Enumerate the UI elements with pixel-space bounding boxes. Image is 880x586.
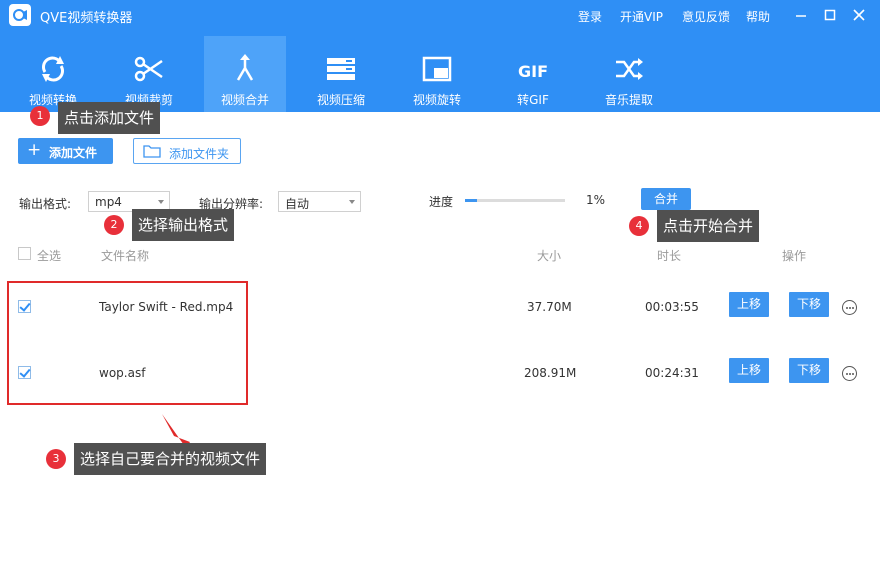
merge-button[interactable]: 合并 — [641, 188, 691, 210]
file-duration: 00:24:31 — [645, 366, 699, 380]
login-link[interactable]: 登录 — [578, 8, 602, 25]
more-options-icon[interactable] — [842, 366, 857, 381]
close-icon[interactable] — [853, 9, 865, 21]
tab-video-crop[interactable]: 视频裁剪 — [108, 36, 190, 112]
app-title: QVE视频转换器 — [40, 11, 133, 26]
file-selection-highlight — [7, 281, 248, 405]
file-duration: 00:03:55 — [645, 300, 699, 314]
output-format-label: 输出格式: — [19, 197, 72, 211]
folder-icon — [143, 145, 161, 158]
svg-text:GIF: GIF — [518, 62, 548, 81]
annotation-badge: 1 — [30, 106, 50, 126]
column-duration-header: 时长 — [657, 249, 682, 263]
annotation-callout: 选择自己要合并的视频文件 — [74, 443, 267, 475]
file-size: 208.91M — [524, 366, 577, 380]
annotation-badge: 3 — [46, 449, 66, 469]
app-window: QVE视频转换器 登录 开通VIP 意见反馈 帮助 视频转换 视频裁剪 视频合并… — [0, 0, 880, 586]
annotation-callout: 点击开始合并 — [657, 210, 760, 242]
shuffle-icon — [612, 52, 646, 86]
title-bar: QVE视频转换器 登录 开通VIP 意见反馈 帮助 — [0, 0, 880, 30]
resolution-select[interactable]: 自动 — [278, 191, 361, 212]
annotation-callout: 点击添加文件 — [58, 102, 161, 134]
merge-icon — [228, 52, 262, 86]
tab-label: 视频压缩 — [316, 93, 365, 107]
tab-label: 音乐提取 — [604, 93, 653, 107]
help-link[interactable]: 帮助 — [746, 8, 770, 25]
tab-label: 视频旋转 — [412, 93, 461, 107]
minimize-icon[interactable] — [795, 9, 807, 21]
column-actions-header: 操作 — [782, 249, 807, 263]
chevron-down-icon — [349, 200, 355, 204]
file-size: 37.70M — [527, 300, 572, 314]
progress-value: 1% — [586, 193, 606, 207]
annotation-badge: 2 — [104, 215, 124, 235]
sync-icon — [36, 52, 70, 86]
column-size-header: 大小 — [537, 249, 562, 263]
more-options-icon[interactable] — [842, 300, 857, 315]
annotation-callout: 选择输出格式 — [132, 209, 235, 241]
gif-icon: GIF — [516, 52, 550, 86]
tab-video-compress[interactable]: 视频压缩 — [300, 36, 382, 112]
tab-video-merge[interactable]: 视频合并 — [204, 36, 286, 112]
tab-video-convert[interactable]: 视频转换 — [12, 36, 94, 112]
tab-music-extract[interactable]: 音乐提取 — [588, 36, 670, 112]
move-down-button[interactable]: 下移 — [789, 358, 829, 383]
move-down-button[interactable]: 下移 — [789, 292, 829, 317]
tab-label: 视频合并 — [220, 93, 269, 107]
feedback-link[interactable]: 意见反馈 — [682, 8, 730, 25]
chevron-down-icon — [158, 200, 164, 204]
tab-video-rotate[interactable]: 视频旋转 — [396, 36, 478, 112]
app-logo-icon — [9, 4, 31, 26]
rotate-icon — [420, 52, 454, 86]
progress-label: 进度 — [429, 195, 454, 209]
progress-bar — [465, 199, 565, 202]
select-all-checkbox[interactable] — [18, 247, 31, 260]
add-file-label: 添加文件 — [49, 146, 98, 160]
compress-icon — [324, 52, 358, 86]
add-folder-label: 添加文件夹 — [169, 147, 230, 161]
plus-icon: + — [27, 140, 42, 160]
resolution-value: 自动 — [285, 197, 310, 211]
tab-label: 转GIF — [517, 93, 549, 107]
add-file-button[interactable]: + 添加文件 — [18, 138, 113, 164]
select-all-label: 全选 — [37, 249, 62, 263]
output-format-value: mp4 — [95, 195, 122, 209]
header: QVE视频转换器 登录 开通VIP 意见反馈 帮助 视频转换 视频裁剪 视频合并… — [0, 0, 880, 112]
progress-fill — [465, 199, 477, 202]
column-name-header: 文件名称 — [101, 249, 150, 263]
move-up-button[interactable]: 上移 — [729, 292, 769, 317]
maximize-icon[interactable] — [824, 9, 836, 21]
scissors-icon — [132, 52, 166, 86]
open-vip-link[interactable]: 开通VIP — [620, 8, 663, 25]
annotation-badge: 4 — [629, 216, 649, 236]
move-up-button[interactable]: 上移 — [729, 358, 769, 383]
add-folder-button[interactable]: 添加文件夹 — [133, 138, 241, 164]
tab-to-gif[interactable]: GIF 转GIF — [492, 36, 574, 112]
